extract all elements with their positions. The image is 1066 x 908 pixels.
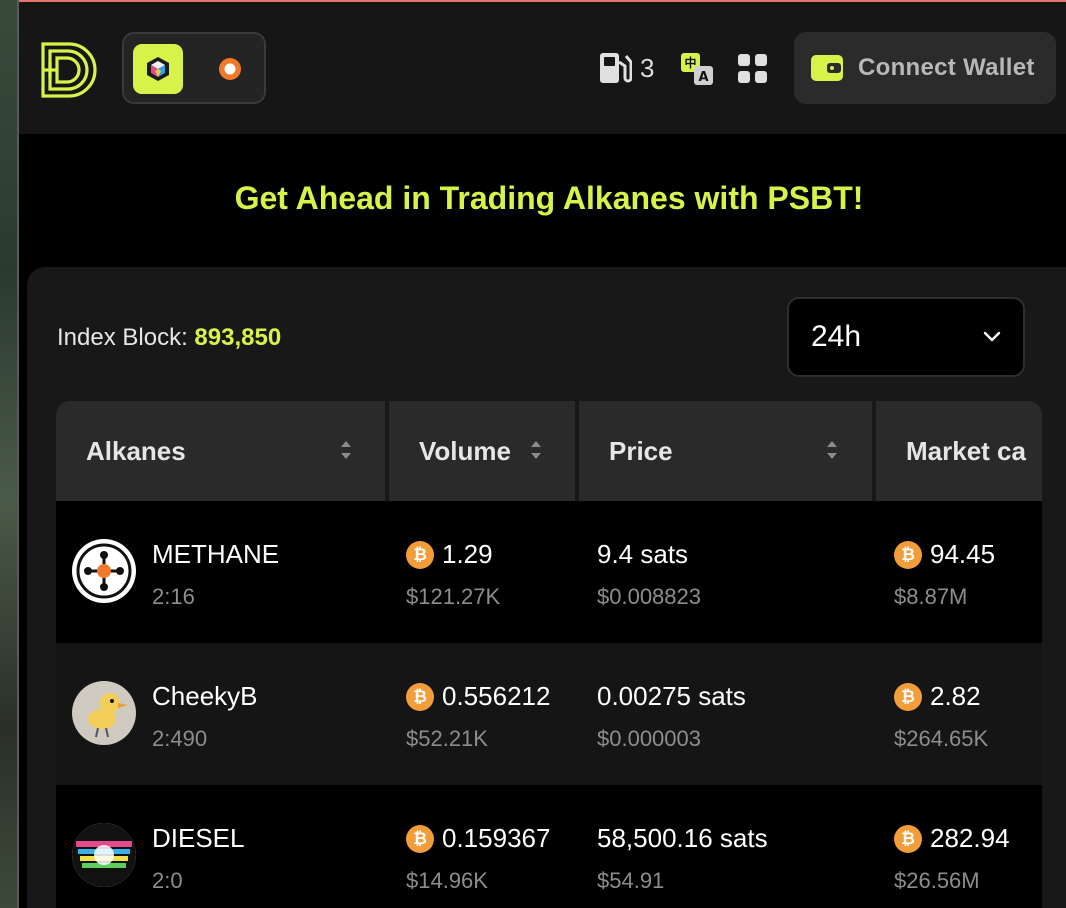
logo-icon[interactable] <box>39 38 103 102</box>
alkane-id: 2:16 <box>152 584 195 609</box>
alkane-name[interactable]: DIESEL <box>152 823 245 854</box>
gas-count: 3 <box>640 52 655 83</box>
hexagon-cube-icon <box>147 57 169 81</box>
market-cap-btc: 94.45 <box>930 539 996 569</box>
svg-text:A: A <box>698 70 708 85</box>
column-label: Alkanes <box>86 435 186 466</box>
connect-wallet-label: Connect Wallet <box>858 54 1035 81</box>
sort-icon[interactable] <box>825 438 839 462</box>
apps-grid-icon[interactable] <box>737 53 769 85</box>
methane-molecule-icon <box>76 543 132 599</box>
column-header-alkanes[interactable]: Alkanes <box>56 401 385 501</box>
alkane-id: 2:0 <box>152 868 183 893</box>
gas-pump-icon <box>600 53 632 83</box>
network-switch <box>122 32 266 104</box>
table-row[interactable]: METHANE 2:16 ₿ 1.29 $121.27K 9.4 sats $0.… <box>56 501 1042 643</box>
diesel-holographic-icon <box>72 823 136 887</box>
price-cell: 9.4 sats $0.008823 <box>597 539 701 610</box>
ordinals-network-option[interactable] <box>205 44 255 94</box>
diesel-avatar <box>72 823 136 887</box>
price-cell: 0.00275 sats $0.000003 <box>597 681 746 752</box>
wallet-icon <box>811 55 843 81</box>
price-sats: 9.4 sats <box>597 539 689 569</box>
market-cap-btc: 282.94 <box>930 823 1010 853</box>
volume-cell: ₿ 0.159367 $14.96K <box>406 823 550 894</box>
table-header: Alkanes Volume Price Market ca <box>56 401 1042 501</box>
column-label: Price <box>609 435 673 466</box>
column-header-volume[interactable]: Volume <box>389 401 575 501</box>
volume-btc: 1.29 <box>442 539 493 569</box>
sort-icon[interactable] <box>529 438 543 462</box>
market-panel: Index Block: 893,850 24h Alkanes Volume <box>27 267 1066 908</box>
timeframe-value: 24h <box>811 320 862 353</box>
volume-cell: ₿ 1.29 $121.27K <box>406 539 500 610</box>
market-cap-usd: $264.65K <box>894 726 989 751</box>
bitcoin-icon: ₿ <box>894 682 922 711</box>
volume-cell: ₿ 0.556212 $52.21K <box>406 681 550 752</box>
ordinal-circle-icon <box>219 58 241 80</box>
alkane-name-cell: DIESEL 2:0 <box>152 823 245 894</box>
volume-usd: $14.96K <box>406 868 488 893</box>
language-translate-icon[interactable]: 中 A <box>680 52 714 86</box>
bitcoin-icon: ₿ <box>406 682 434 711</box>
bitcoin-icon: ₿ <box>406 824 434 853</box>
price-sats: 0.00275 sats <box>597 681 746 711</box>
cheekyb-avatar <box>72 681 136 745</box>
alkanes-table: Alkanes Volume Price Market ca METHANE 2… <box>56 401 1042 908</box>
alkane-name[interactable]: METHANE <box>152 539 279 570</box>
methane-avatar <box>72 539 136 603</box>
volume-usd: $121.27K <box>406 584 501 609</box>
bird-icon <box>88 693 128 738</box>
column-label: Market ca <box>906 435 1026 466</box>
price-usd: $0.008823 <box>597 584 701 609</box>
table-row[interactable]: DIESEL 2:0 ₿ 0.159367 $14.96K 58,500.16 s… <box>56 785 1042 908</box>
index-block-value: 893,850 <box>194 324 282 351</box>
bitcoin-icon: ₿ <box>894 824 922 853</box>
timeframe-select[interactable]: 24h <box>787 297 1025 377</box>
price-cell: 58,500.16 sats $54.91 <box>597 823 768 894</box>
connect-wallet-button[interactable]: Connect Wallet <box>794 32 1056 104</box>
volume-usd: $52.21K <box>406 726 488 751</box>
sort-icon[interactable] <box>339 438 353 462</box>
price-sats: 58,500.16 sats <box>597 823 768 853</box>
column-header-market-cap[interactable]: Market ca <box>876 401 1042 501</box>
market-cap-usd: $8.87M <box>894 584 968 609</box>
alkanes-network-option[interactable] <box>133 44 183 94</box>
market-cap-cell: ₿ 94.45 $8.87M <box>894 539 995 610</box>
alkane-name[interactable]: CheekyB <box>152 681 258 712</box>
top-header: 3 中 A Connect Wallet <box>19 2 1066 134</box>
market-cap-btc: 2.82 <box>930 681 981 711</box>
alkane-name-cell: METHANE 2:16 <box>152 539 279 610</box>
table-row[interactable]: CheekyB 2:490 ₿ 0.556212 $52.21K 0.00275 … <box>56 643 1042 785</box>
chevron-down-icon <box>983 331 1001 342</box>
column-header-price[interactable]: Price <box>579 401 872 501</box>
column-label: Volume <box>419 435 511 466</box>
app-window: 3 中 A Connect Wallet Get Ahead in Tradin… <box>19 2 1066 908</box>
volume-btc: 0.159367 <box>442 823 551 853</box>
market-cap-cell: ₿ 2.82 $264.65K <box>894 681 988 752</box>
bitcoin-icon: ₿ <box>406 540 434 569</box>
bitcoin-icon: ₿ <box>894 540 922 569</box>
market-cap-cell: ₿ 282.94 $26.56M <box>894 823 1010 894</box>
market-cap-usd: $26.56M <box>894 868 980 893</box>
gas-fee-indicator[interactable]: 3 <box>598 50 654 86</box>
alkane-name-cell: CheekyB 2:490 <box>152 681 258 752</box>
price-usd: $54.91 <box>597 868 665 893</box>
price-usd: $0.000003 <box>597 726 701 751</box>
alkane-id: 2:490 <box>152 726 208 751</box>
index-block: Index Block: 893,850 <box>57 324 281 352</box>
index-block-label: Index Block: <box>57 324 188 351</box>
volume-btc: 0.556212 <box>442 681 551 711</box>
hero-title: Get Ahead in Trading Alkanes with PSBT! <box>234 180 864 216</box>
desktop-background-strip <box>0 0 19 908</box>
